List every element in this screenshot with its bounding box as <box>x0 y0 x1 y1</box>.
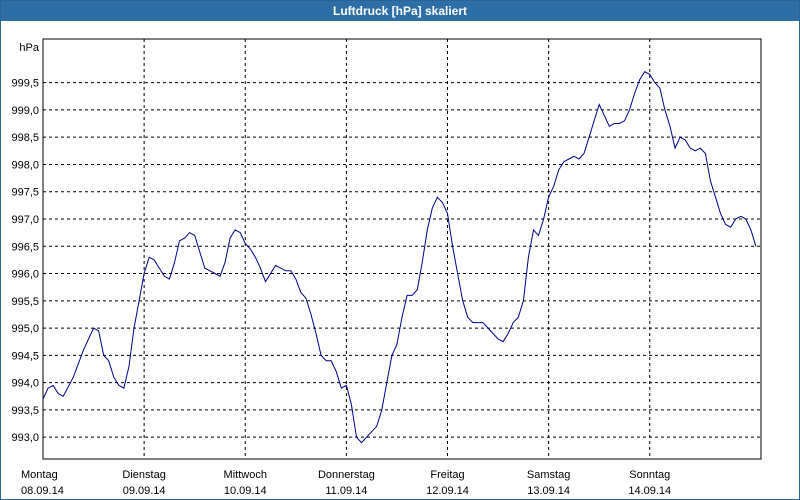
x-tick-day: Freitag <box>430 469 464 481</box>
y-tick-label: 993,0 <box>11 432 39 444</box>
x-tick-date: 09.09.14 <box>123 485 166 497</box>
y-tick-label: 997,0 <box>11 214 39 226</box>
x-tick-date: 14.09.14 <box>628 485 671 497</box>
x-tick-date: 11.09.14 <box>325 485 367 497</box>
x-tick-date: 10.09.14 <box>224 485 267 497</box>
y-tick-label: 996,5 <box>11 241 39 253</box>
x-tick-day: Mittwoch <box>224 469 267 481</box>
y-tick-label: 999,0 <box>11 105 39 117</box>
x-tick-day: Dienstag <box>122 469 165 481</box>
y-tick-label: 997,5 <box>11 187 39 199</box>
x-axis-ticks: Montag 08.09.14 Dienstag 09.09.14 Mittwoch 10… <box>21 469 671 497</box>
pressure-series-line <box>42 71 757 444</box>
y-tick-label: 996,0 <box>11 269 39 281</box>
y-axis-label: hPa <box>19 42 39 54</box>
y-tick-label: 998,5 <box>11 132 39 144</box>
y-tick-label: 994,5 <box>11 350 39 362</box>
x-tick-date: 08.09.14 <box>21 485 64 497</box>
y-tick-label: 999,5 <box>11 78 39 90</box>
y-tick-label: 995,5 <box>11 296 39 308</box>
grid-lines <box>43 39 761 459</box>
x-tick-date: 12.09.14 <box>426 485 469 497</box>
x-tick-day: Sonntag <box>629 469 670 481</box>
y-axis-ticks: 993,0 993,5 994,0 994,5 995,0 995,5 996,0 996,5… <box>11 78 39 445</box>
x-tick-day: Donnerstag <box>318 469 375 481</box>
y-tick-label: 998,0 <box>11 159 39 171</box>
y-tick-label: 994,0 <box>11 378 39 390</box>
chart-window: Luftdruck [hPa] skaliert 993,0 993,5 994,0… <box>0 0 800 500</box>
x-tick-day: Montag <box>21 469 58 481</box>
x-tick-day: Samstag <box>527 469 570 481</box>
plot-area <box>42 38 762 460</box>
line-chart: 993,0 993,5 994,0 994,5 995,0 995,5 996,0 996,5… <box>11 38 762 497</box>
x-tick-date: 13.09.14 <box>527 485 570 497</box>
y-tick-label: 995,0 <box>11 323 39 335</box>
y-tick-label: 993,5 <box>11 405 39 417</box>
